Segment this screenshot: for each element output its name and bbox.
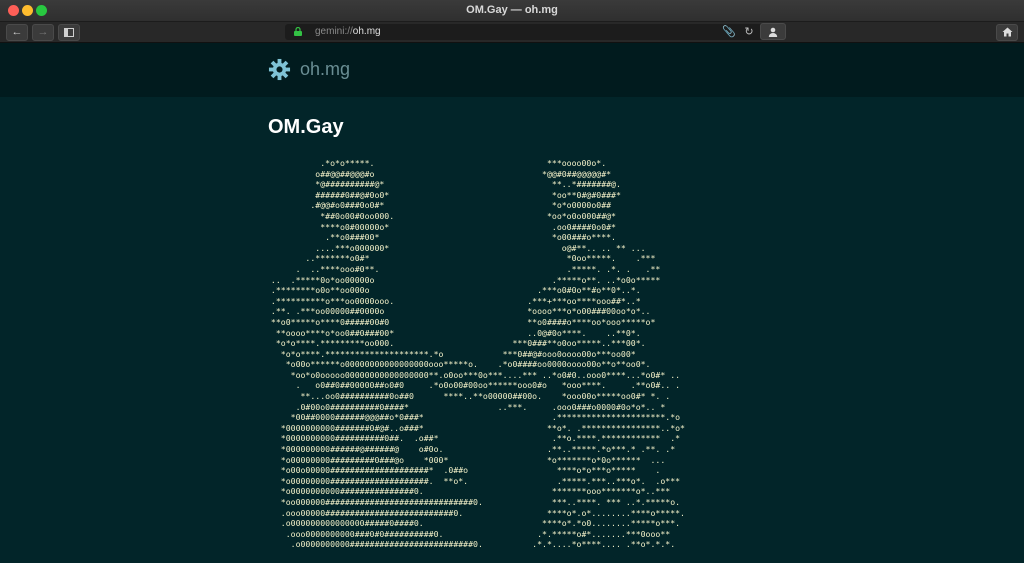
lock-icon — [294, 27, 302, 36]
browser-toolbar: ← → gemini://oh.mg 📎 ↻ — [0, 22, 1024, 43]
address-bar[interactable]: gemini://oh.mg 📎 ↻ — [285, 24, 785, 40]
gear-icon — [268, 58, 291, 81]
url-text: gemini://oh.mg — [315, 26, 381, 37]
home-icon — [1002, 27, 1012, 37]
back-button[interactable]: ← — [6, 24, 28, 41]
user-icon — [768, 27, 778, 37]
window-title: OM.Gay — oh.mg — [466, 4, 558, 16]
title-bar: OM.Gay — oh.mg — [0, 0, 1024, 22]
home-button[interactable] — [996, 24, 1018, 41]
reload-icon[interactable]: ↻ — [742, 25, 756, 39]
sidebar-icon — [64, 28, 74, 37]
identity-button[interactable] — [760, 23, 786, 40]
arrow-left-icon: ← — [11, 26, 23, 38]
browser-window: OM.Gay — oh.mg ← → gemini://oh.mg 📎 ↻ oh… — [0, 0, 1024, 563]
site-name[interactable]: oh.mg — [300, 59, 350, 80]
ascii-art: .*o*o*****. ***oooo00o*. o##@@##@@@#o *@… — [270, 158, 685, 550]
paperclip-icon[interactable]: 📎 — [722, 25, 736, 39]
page-title: OM.Gay — [268, 116, 344, 138]
site-header — [0, 43, 1024, 97]
sidebar-toggle-button[interactable] — [58, 24, 80, 41]
forward-button[interactable]: → — [32, 24, 54, 41]
arrow-right-icon: → — [37, 26, 49, 38]
